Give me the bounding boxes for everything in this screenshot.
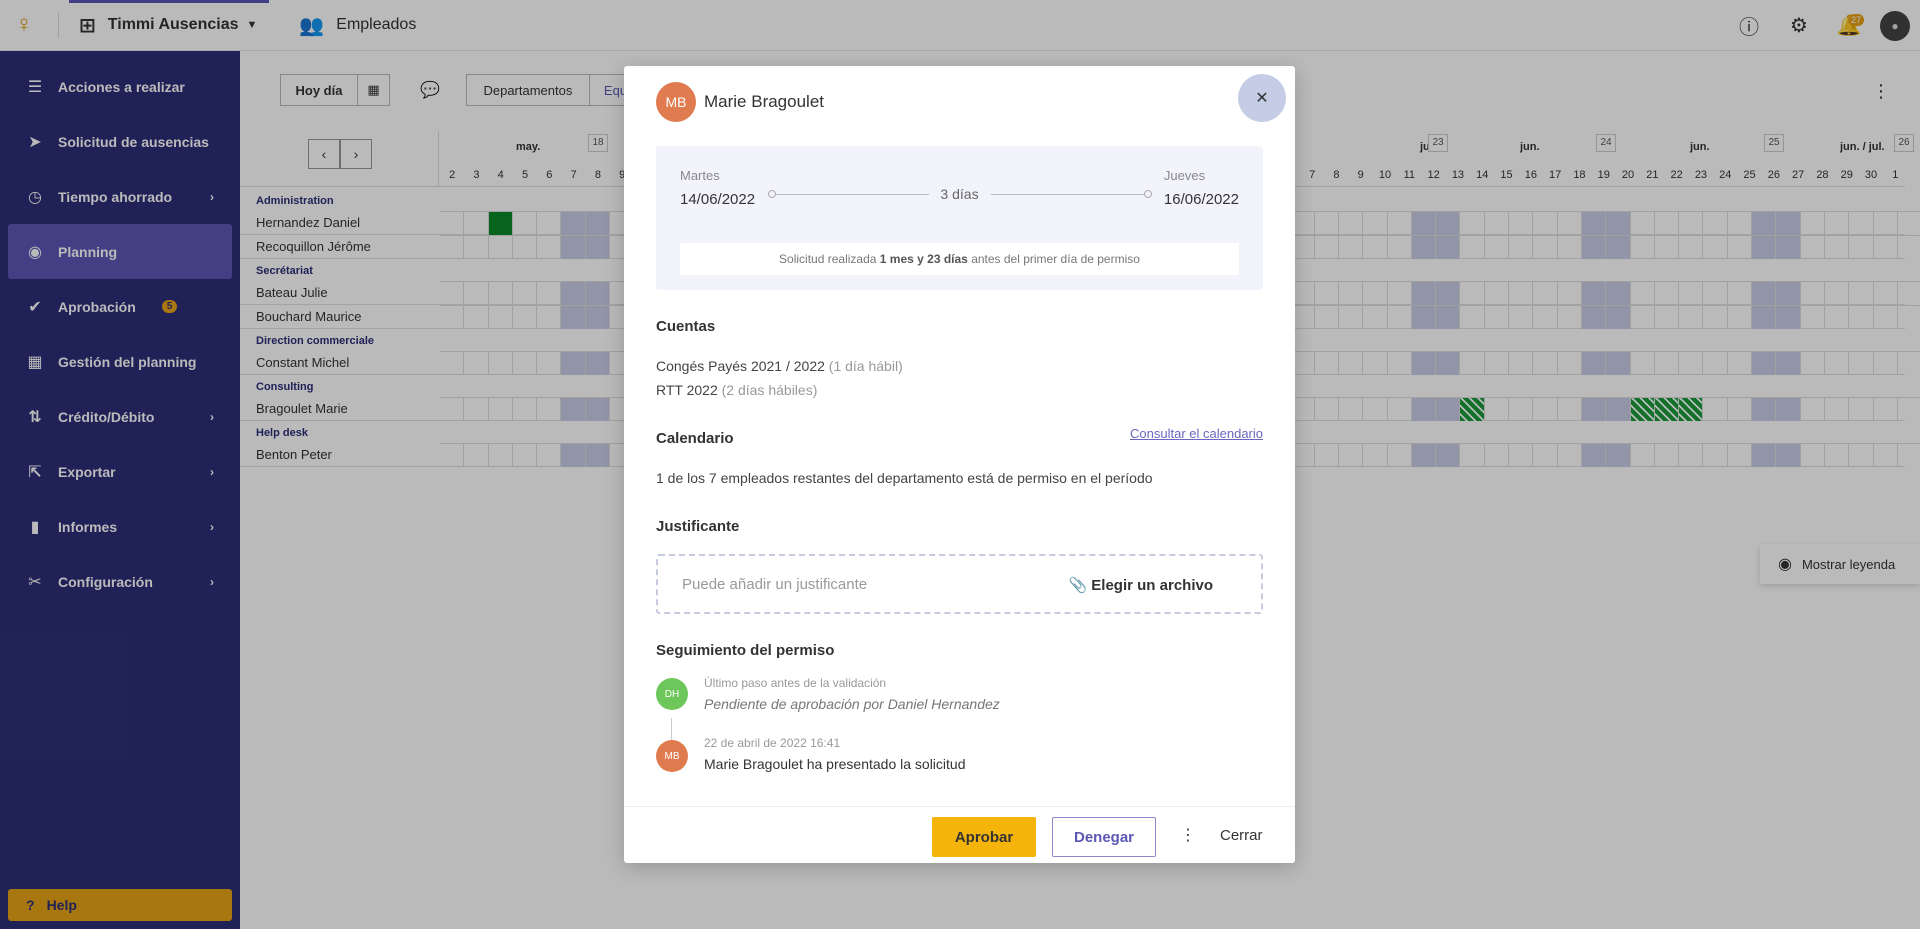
duration-label: 3 días [928,186,991,202]
avatar: MB [656,82,696,122]
account-name: RTT 2022 [656,382,718,398]
absence-request-modal: MB Marie Bragoulet ✕ Martes 14/06/2022 3… [624,66,1295,863]
request-text-bold: 1 mes y 23 días [879,252,968,266]
account-name: Congés Payés 2021 / 2022 [656,358,825,374]
end-day-label: Jueves [1163,168,1206,183]
avatar: DH [656,678,688,710]
file-dropzone[interactable]: Puede añadir un justificante 📎 Elegir un… [656,554,1263,614]
deny-button[interactable]: Denegar [1052,817,1156,857]
avatar: MB [656,740,688,772]
employee-name: Marie Bragoulet [704,92,825,111]
step-text: Marie Bragoulet ha presentado la solicit… [704,756,966,772]
choose-file-label: Elegir un archivo [1091,577,1213,594]
start-dot [768,190,776,198]
accounts-title: Cuentas [656,318,716,335]
start-day-label: Martes [680,168,720,183]
calendar-info: 1 de los 7 empleados restantes del depar… [656,470,1153,486]
view-calendar-link[interactable]: Consultar el calendario [1130,426,1263,441]
start-date: Martes 14/06/2022 [680,168,755,208]
calendar-title: Calendario [656,430,734,447]
end-date: Jueves 16/06/2022 [1164,168,1239,208]
paperclip-icon: 📎 [1068,577,1088,594]
account-detail: (2 días hábiles) [721,382,818,398]
account-item: RTT 2022 (2 días hábiles) [656,382,817,398]
account-item: Congés Payés 2021 / 2022 (1 día hábil) [656,358,903,374]
close-icon[interactable]: ✕ [1238,74,1286,122]
step-meta: 22 de abril de 2022 16:41 [704,736,841,750]
justification-title: Justificante [656,518,740,535]
modal-header: MB Marie Bragoulet [656,82,824,122]
request-timing: Solicitud realizada 1 mes y 23 días ante… [680,243,1239,275]
end-date-value: 16/06/2022 [1163,191,1239,208]
modal-footer: Aprobar Denegar ⋮ Cerrar [624,806,1295,863]
step-text: Pendiente de aprobación por Daniel Herna… [704,696,1000,712]
dropzone-placeholder: Puede añadir un justificante [682,576,868,593]
more-actions-icon[interactable]: ⋮ [1180,825,1196,845]
request-text-post: antes del primer día de permiso [971,252,1140,266]
choose-file-button[interactable]: 📎 Elegir un archivo [1068,576,1213,594]
account-detail: (1 día hábil) [828,358,903,374]
step-meta: Último paso antes de la validación [704,676,887,690]
end-dot [1144,190,1152,198]
follow-up-title: Seguimiento del permiso [656,642,835,659]
request-text-pre: Solicitud realizada [779,252,877,266]
start-date-value: 14/06/2022 [680,191,756,208]
date-range-box: Martes 14/06/2022 3 días Jueves 16/06/20… [656,146,1263,290]
approve-button[interactable]: Aprobar [932,817,1036,857]
close-button[interactable]: Cerrar [1220,827,1263,844]
